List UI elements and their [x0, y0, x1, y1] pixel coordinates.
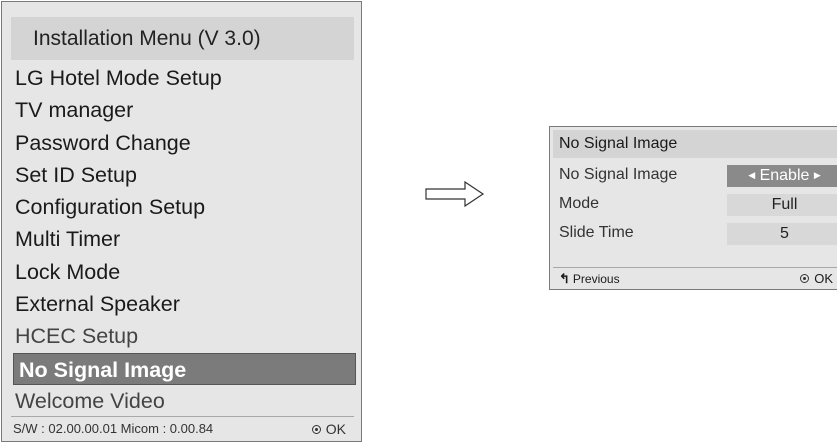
menu-item-welcome-video[interactable]: Welcome Video: [13, 385, 356, 417]
ok-label: OK: [814, 271, 833, 286]
previous-button[interactable]: ↰ Previous: [559, 268, 620, 290]
ok-button[interactable]: OK: [311, 417, 346, 441]
previous-label: Previous: [572, 272, 620, 286]
ok-button-icon: [311, 424, 321, 434]
menu-item-external-speaker[interactable]: External Speaker: [13, 288, 356, 320]
menu-item-set-id-setup[interactable]: Set ID Setup: [13, 159, 356, 191]
selector-value: Enable: [759, 167, 810, 185]
panel-footer: ↰ Previous OK: [553, 267, 837, 289]
no-signal-image-selector[interactable]: ◀ Enable ▶: [727, 165, 837, 187]
left-triangle-icon[interactable]: ◀: [748, 170, 755, 180]
back-arrow-icon: ↰: [559, 271, 570, 286]
panel-title: No Signal Image: [553, 130, 837, 158]
menu-item-password-change[interactable]: Password Change: [13, 127, 356, 159]
menu-title: Installation Menu (V 3.0): [11, 17, 354, 60]
setting-row-mode: Mode Full: [559, 191, 837, 217]
ok-button[interactable]: OK: [800, 268, 833, 289]
no-signal-image-panel: No Signal Image No Signal Image ◀ Enable…: [549, 126, 837, 290]
mode-value[interactable]: Full: [727, 194, 837, 216]
menu-footer: S/W : 02.00.00.01 Micom : 0.00.84 OK: [11, 416, 354, 439]
setting-row-slide-time: Slide Time 5: [559, 220, 837, 246]
ok-label: OK: [325, 421, 346, 437]
installation-menu: Installation Menu (V 3.0) LG Hotel Mode …: [1, 1, 362, 442]
menu-list: LG Hotel Mode Setup TV manager Password …: [13, 62, 356, 417]
setting-label: Mode: [559, 195, 600, 212]
menu-item-no-signal-image[interactable]: No Signal Image: [13, 352, 356, 385]
setting-label: No Signal Image: [559, 166, 678, 183]
version-info: S/W : 02.00.00.01 Micom : 0.00.84: [13, 421, 214, 436]
right-triangle-icon[interactable]: ▶: [814, 170, 821, 180]
menu-item-tv-manager[interactable]: TV manager: [13, 94, 356, 126]
slide-time-value[interactable]: 5: [727, 223, 837, 245]
menu-item-multi-timer[interactable]: Multi Timer: [13, 223, 356, 255]
menu-item-configuration-setup[interactable]: Configuration Setup: [13, 191, 356, 223]
menu-item-lg-hotel-mode-setup[interactable]: LG Hotel Mode Setup: [13, 62, 356, 94]
setting-label: Slide Time: [559, 224, 634, 241]
right-arrow-icon: [425, 180, 485, 208]
menu-item-hcec-setup[interactable]: HCEC Setup: [13, 320, 356, 352]
ok-button-icon: [800, 274, 810, 284]
menu-item-lock-mode[interactable]: Lock Mode: [13, 256, 356, 288]
setting-row-no-signal-image: No Signal Image ◀ Enable ▶: [559, 162, 837, 188]
